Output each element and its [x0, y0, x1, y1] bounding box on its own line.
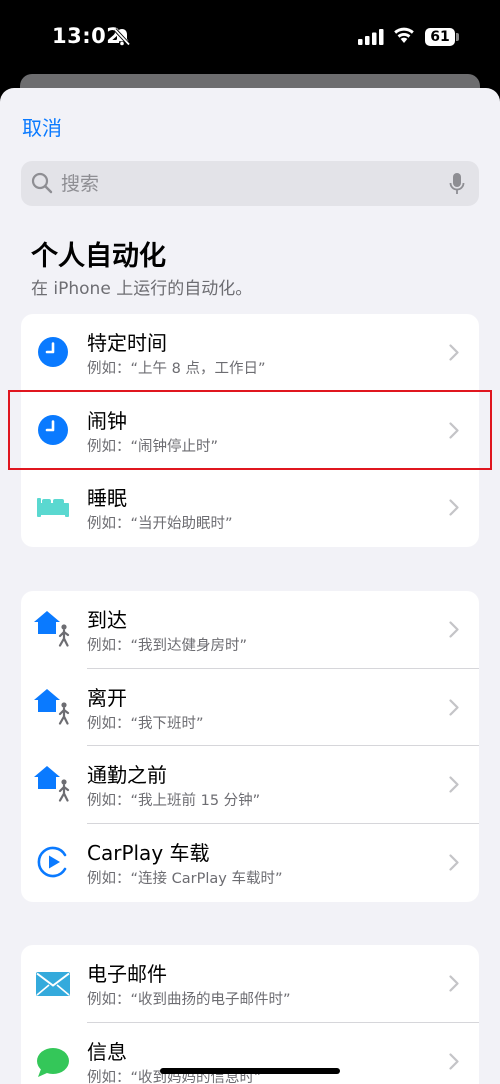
- row-email[interactable]: 电子邮件 例如：“收到曲扬的电子邮件时”: [21, 945, 479, 1023]
- carplay-icon: [37, 846, 67, 878]
- search-bar[interactable]: [21, 161, 479, 206]
- row-message[interactable]: 信息 例如：“收到妈妈的信息时”: [21, 1023, 479, 1084]
- automation-sheet: 取消 个人自动化 在 iPhone 上运行的自动化。 特定时间 例如：“上午 8…: [0, 88, 500, 1084]
- row-subtitle: 例如：“当开始助眠时”: [87, 516, 233, 533]
- chevron-right-icon: [449, 776, 459, 793]
- row-title: 通勤之前: [87, 763, 167, 788]
- row-subtitle: 例如：“连接 CarPlay 车载时”: [87, 871, 283, 888]
- page-subtitle: 在 iPhone 上运行的自动化。: [31, 279, 253, 299]
- row-sleep[interactable]: 睡眠 例如：“当开始助眠时”: [21, 469, 479, 547]
- row-title: 到达: [87, 608, 127, 632]
- row-title: CarPlay 车载: [87, 841, 210, 866]
- row-specific-time[interactable]: 特定时间 例如：“上午 8 点，工作日”: [21, 314, 479, 392]
- row-title: 离开: [87, 685, 127, 710]
- page-title: 个人自动化: [31, 241, 166, 272]
- home-walk-icon: [34, 688, 70, 725]
- cellular-signal-icon: [358, 29, 384, 45]
- home-indicator: [160, 1068, 340, 1074]
- search-icon: [31, 172, 53, 194]
- row-title: 闹钟: [87, 408, 127, 433]
- row-title: 睡眠: [87, 486, 127, 511]
- row-carplay[interactable]: CarPlay 车载 例如：“连接 CarPlay 车载时”: [21, 824, 479, 902]
- search-input[interactable]: [61, 161, 441, 206]
- cancel-button[interactable]: 取消: [22, 112, 62, 141]
- chevron-right-icon: [449, 621, 459, 638]
- wifi-icon: [394, 27, 414, 43]
- row-subtitle: 例如：“我到达健身房时”: [87, 638, 248, 654]
- row-subtitle: 例如：“我下班时”: [87, 715, 204, 732]
- communication-triggers-group: 电子邮件 例如：“收到曲扬的电子邮件时” 信息 例如：“收到妈妈的信息时”: [21, 945, 479, 1084]
- row-subtitle: 例如：“我上班前 15 分钟”: [87, 793, 261, 810]
- clock-icon: [38, 337, 68, 367]
- chevron-right-icon: [449, 699, 459, 716]
- row-subtitle: 例如：“上午 8 点，工作日”: [87, 361, 266, 377]
- row-title: 信息: [87, 1039, 127, 1064]
- chevron-right-icon: [449, 975, 459, 992]
- status-time: 13:02: [52, 24, 122, 48]
- bell-slash-icon: [113, 28, 131, 46]
- row-subtitle: 例如：“收到曲扬的电子邮件时”: [87, 992, 291, 1008]
- row-arrive[interactable]: 到达 例如：“我到达健身房时”: [21, 591, 479, 669]
- home-walk-icon: [34, 611, 70, 647]
- location-triggers-group: 到达 例如：“我到达健身房时” 离开 例如：“我下班时” 通勤之前 例如：“我上: [21, 591, 479, 902]
- time-triggers-group: 特定时间 例如：“上午 8 点，工作日” 闹钟 例如：“闹钟停止时” 睡眠 例如…: [21, 314, 479, 548]
- chevron-right-icon: [449, 344, 459, 361]
- row-title: 特定时间: [87, 331, 167, 355]
- home-walk-icon: [34, 766, 70, 802]
- row-alarm[interactable]: 闹钟 例如：“闹钟停止时”: [21, 392, 479, 470]
- message-icon: [37, 1047, 69, 1077]
- chevron-right-icon: [449, 499, 459, 516]
- clock-icon: [38, 414, 68, 445]
- status-bar: 13:02 61: [0, 0, 500, 75]
- row-leave[interactable]: 离开 例如：“我下班时”: [21, 669, 479, 747]
- row-title: 电子邮件: [87, 962, 167, 986]
- battery-cap: [456, 33, 459, 41]
- chevron-right-icon: [449, 854, 459, 871]
- battery-indicator: 61: [425, 28, 455, 46]
- chevron-right-icon: [449, 1053, 459, 1070]
- mail-icon: [36, 972, 70, 996]
- row-subtitle: 例如：“闹钟停止时”: [87, 438, 219, 455]
- chevron-right-icon: [449, 422, 459, 439]
- microphone-icon[interactable]: [449, 172, 465, 196]
- bed-icon: [37, 498, 69, 518]
- row-before-commute[interactable]: 通勤之前 例如：“我上班前 15 分钟”: [21, 746, 479, 825]
